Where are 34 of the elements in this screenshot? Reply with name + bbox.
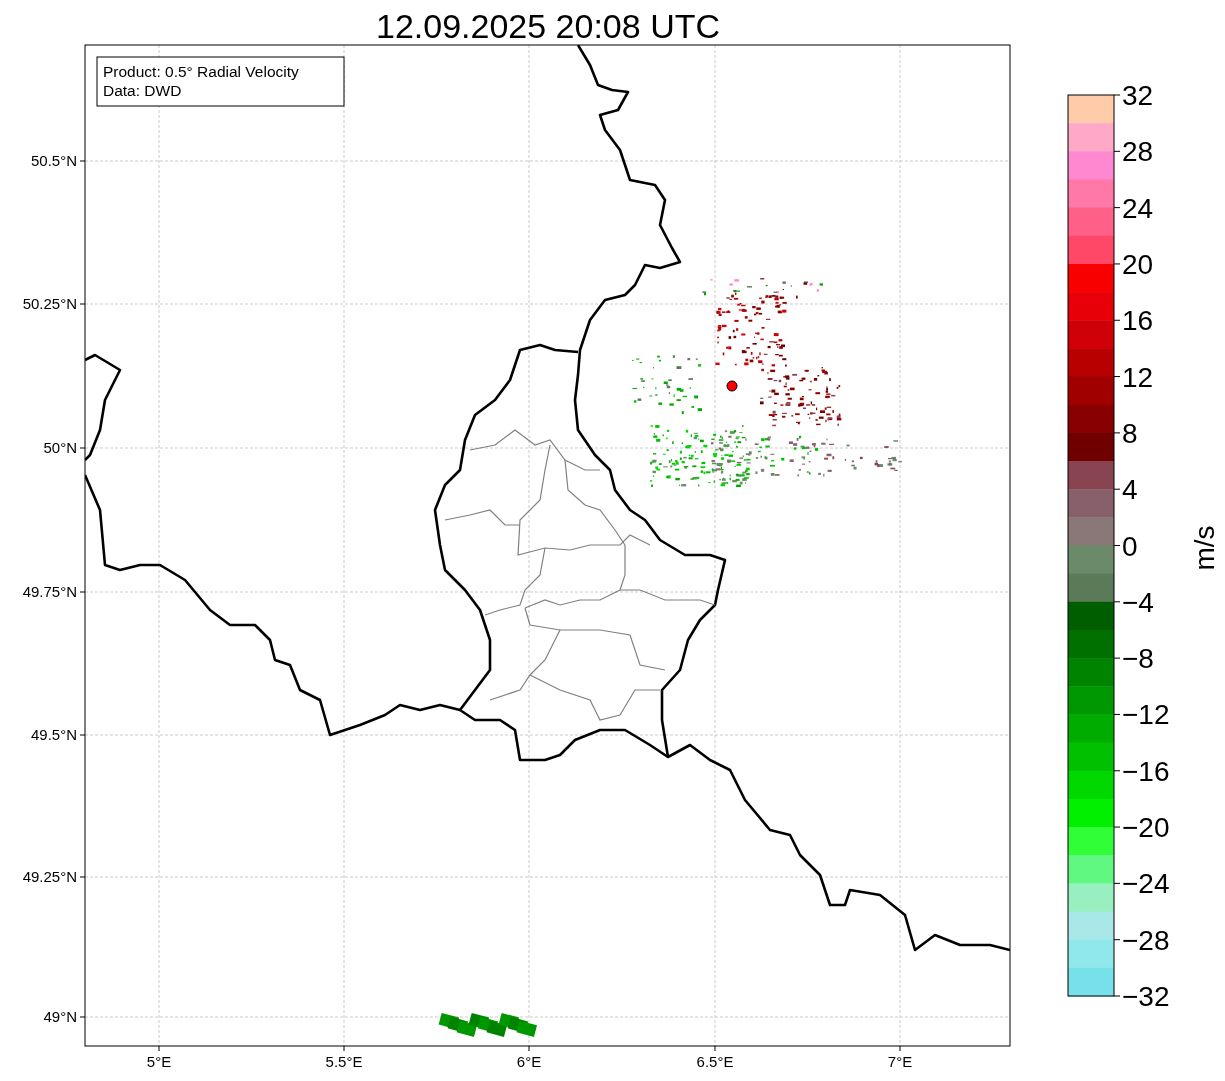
colorbar-tick-label: 20	[1122, 248, 1154, 280]
colorbar-tick-label: 4	[1122, 474, 1138, 506]
colorbar-tick-label: 8	[1122, 417, 1138, 449]
axis-tick-label: 49.75°N	[22, 583, 77, 600]
axis-tick-label: 49.25°N	[22, 868, 77, 885]
axis-tick-label: 5°E	[146, 1053, 172, 1070]
axis-tick-label: 7°E	[887, 1053, 913, 1070]
plot-title: 12.09.2025 20:08 UTC	[376, 7, 720, 45]
colorbar-tick-label: 32	[1122, 80, 1154, 111]
axis-tick-label: 6.5°E	[696, 1053, 734, 1070]
colorbar-tick-label: −28	[1122, 924, 1170, 956]
annotation-text: Data: DWD	[103, 82, 182, 99]
colorbar-tick-label: −24	[1122, 868, 1170, 900]
colorbar-tick-label: 12	[1122, 361, 1154, 393]
colorbar-tick-label: −8	[1122, 643, 1154, 675]
axis-tick-label: 6°E	[516, 1053, 542, 1070]
colorbar-tick-label: −20	[1122, 812, 1170, 844]
colorbar-label: m/s	[1189, 525, 1220, 571]
colorbar-tick-label: −32	[1122, 981, 1170, 1012]
colorbar-tick-label: 16	[1122, 305, 1154, 337]
axis-tick-label: 50°N	[43, 439, 77, 456]
axis-tick-label: 50.5°N	[30, 152, 77, 169]
colorbar-tick-label: −12	[1122, 699, 1170, 731]
colorbar-tick-label: 0	[1122, 530, 1138, 562]
colorbar-tick-label: 24	[1122, 192, 1154, 224]
colorbar-tick-label: −4	[1122, 586, 1154, 618]
axis-tick-label: 49°N	[43, 1008, 77, 1025]
axis-tick-label: 5.5°E	[325, 1053, 363, 1070]
colorbar-tick-label: 28	[1122, 136, 1154, 168]
annotation-text: Product: 0.5° Radial Velocity	[103, 63, 299, 80]
radar-site-marker	[726, 380, 738, 392]
colorbar-tick-label: −16	[1122, 755, 1170, 787]
axis-tick-label: 49.5°N	[30, 726, 77, 743]
axis-tick-label: 50.25°N	[22, 295, 77, 312]
